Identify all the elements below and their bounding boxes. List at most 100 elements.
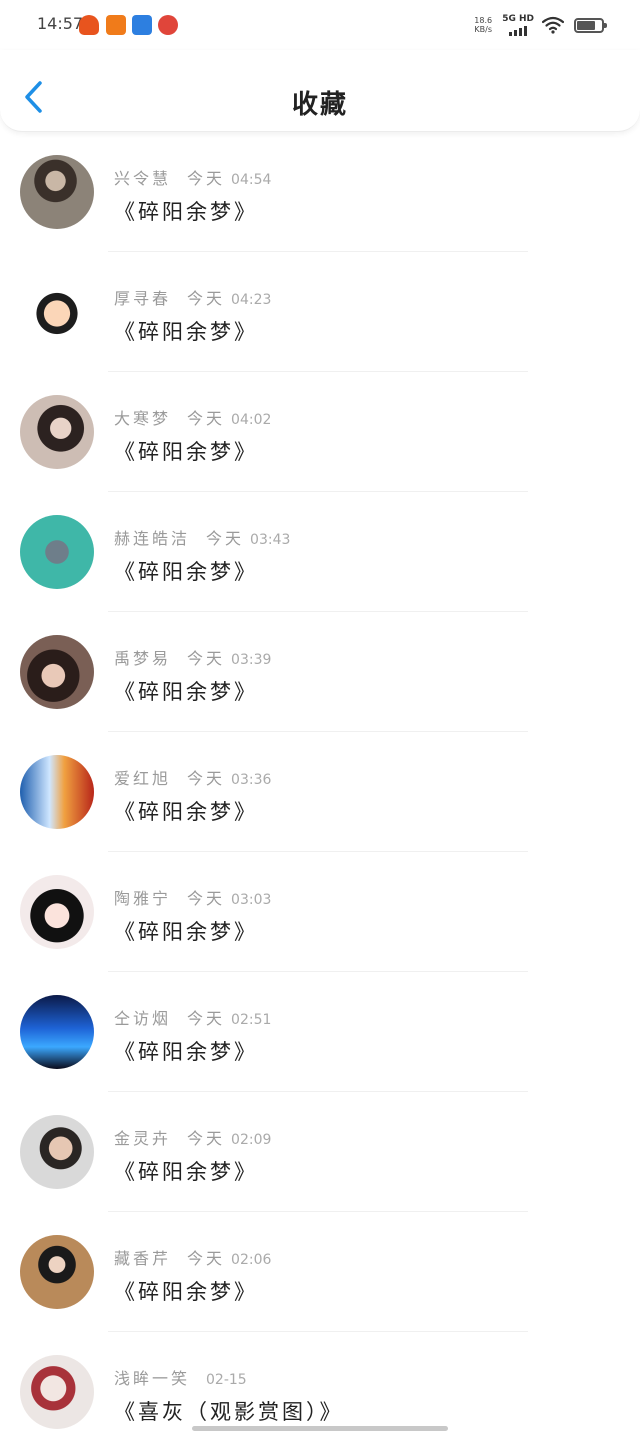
avatar	[20, 275, 94, 349]
list-item[interactable]: 兴令慧 今天 04:54 《碎阳余梦》	[0, 133, 640, 253]
item-meta: 仝访烟 今天 02:51	[114, 1005, 271, 1029]
list-item[interactable]: 厚寻春 今天 04:23 《碎阳余梦》	[0, 253, 640, 373]
avatar	[20, 1115, 94, 1189]
item-title: 《碎阳余梦》	[114, 680, 258, 704]
user-name: 厚寻春	[114, 289, 172, 308]
item-title: 《碎阳余梦》	[114, 920, 258, 944]
divider	[108, 731, 528, 732]
avatar	[20, 995, 94, 1069]
status-indicators: 18.6 KB/s 5G HD	[472, 12, 607, 38]
avatar	[20, 395, 94, 469]
status-time: 14:57	[37, 14, 84, 33]
wifi-icon	[542, 16, 564, 34]
item-day: 今天	[187, 1249, 226, 1268]
taobao-app-icon	[79, 15, 99, 35]
list-item[interactable]: 金灵卉 今天 02:09 《碎阳余梦》	[0, 1093, 640, 1213]
divider	[108, 851, 528, 852]
item-day: 今天	[187, 1009, 226, 1028]
avatar	[20, 1235, 94, 1309]
item-time: 03:39	[231, 652, 272, 668]
item-title: 《碎阳余梦》	[114, 440, 258, 464]
item-meta: 兴令慧 今天 04:54	[114, 165, 271, 189]
item-day: 今天	[187, 169, 226, 188]
item-time: 04:54	[231, 172, 272, 188]
list-item[interactable]: 禹梦易 今天 03:39 《碎阳余梦》	[0, 613, 640, 733]
item-meta: 浅眸一笑 02-15	[114, 1365, 247, 1389]
header: 收藏	[0, 50, 640, 132]
item-time: 02:09	[231, 1132, 272, 1148]
item-time: 03:36	[231, 772, 272, 788]
user-name: 禹梦易	[114, 649, 172, 668]
list-item[interactable]: 浅眸一笑 02-15 《喜灰（观影赏图）》	[0, 1333, 640, 1433]
divider	[108, 251, 528, 252]
item-title: 《喜灰（观影赏图）》	[114, 1400, 344, 1424]
user-name: 陶雅宁	[114, 889, 172, 908]
item-meta: 赫连皓洁 今天 03:43	[114, 525, 290, 549]
page-title: 收藏	[291, 90, 348, 120]
cellular-signal: 5G HD	[502, 14, 534, 36]
item-title: 《碎阳余梦》	[114, 1280, 258, 1304]
item-meta: 大寒梦 今天 04:02	[114, 405, 271, 429]
pdd-app-icon	[132, 15, 152, 35]
divider	[108, 971, 528, 972]
battery-icon	[574, 17, 607, 33]
user-name: 金灵卉	[114, 1129, 172, 1148]
item-day: 今天	[187, 289, 226, 308]
divider	[108, 371, 528, 372]
list-item[interactable]: 藏香芹 今天 02:06 《碎阳余梦》	[0, 1213, 640, 1333]
user-name: 爱红旭	[114, 769, 172, 788]
network-speed: 18.6 KB/s	[472, 16, 494, 34]
avatar	[20, 755, 94, 829]
item-meta: 厚寻春 今天 04:23	[114, 285, 271, 309]
avatar	[20, 1355, 94, 1429]
item-title: 《碎阳余梦》	[114, 1040, 258, 1064]
item-time: 04:02	[231, 412, 272, 428]
divider	[108, 1211, 528, 1212]
item-meta: 金灵卉 今天 02:09	[114, 1125, 271, 1149]
divider	[108, 1091, 528, 1092]
list-item[interactable]: 仝访烟 今天 02:51 《碎阳余梦》	[0, 973, 640, 1093]
item-time: 04:23	[231, 292, 272, 308]
list-item[interactable]: 大寒梦 今天 04:02 《碎阳余梦》	[0, 373, 640, 493]
list-item[interactable]: 赫连皓洁 今天 03:43 《碎阳余梦》	[0, 493, 640, 613]
user-name: 兴令慧	[114, 169, 172, 188]
divider	[108, 491, 528, 492]
item-time: 02-15	[206, 1372, 247, 1388]
user-name: 赫连皓洁	[114, 529, 191, 548]
user-name: 大寒梦	[114, 409, 172, 428]
avatar	[20, 155, 94, 229]
item-day: 今天	[187, 769, 226, 788]
user-name: 藏香芹	[114, 1249, 172, 1268]
avatar	[20, 875, 94, 949]
list-item[interactable]: 爱红旭 今天 03:36 《碎阳余梦》	[0, 733, 640, 853]
network-speed-value: 18.6	[474, 16, 493, 25]
item-title: 《碎阳余梦》	[114, 320, 258, 344]
avatar	[20, 515, 94, 589]
item-day: 今天	[187, 409, 226, 428]
item-meta: 陶雅宁 今天 03:03	[114, 885, 271, 909]
divider	[108, 1331, 528, 1332]
list-item[interactable]: 陶雅宁 今天 03:03 《碎阳余梦》	[0, 853, 640, 973]
item-title: 《碎阳余梦》	[114, 560, 258, 584]
item-time: 03:43	[250, 532, 291, 548]
user-name: 仝访烟	[114, 1009, 172, 1028]
favorites-list: 兴令慧 今天 04:54 《碎阳余梦》 厚寻春 今天 04:23 《碎阳余梦》 大寒梦今…	[0, 133, 640, 1433]
item-meta: 禹梦易 今天 03:39	[114, 645, 271, 669]
item-time: 03:03	[231, 892, 272, 908]
signal-bars-icon	[509, 26, 528, 36]
divider	[108, 611, 528, 612]
item-time: 02:51	[231, 1012, 272, 1028]
avatar	[20, 635, 94, 709]
item-meta: 爱红旭 今天 03:36	[114, 765, 271, 789]
item-day: 今天	[187, 889, 226, 908]
network-type-label: 5G HD	[502, 14, 534, 24]
item-title: 《碎阳余梦》	[114, 200, 258, 224]
item-title: 《碎阳余梦》	[114, 1160, 258, 1184]
home-indicator[interactable]	[192, 1426, 448, 1431]
item-time: 02:06	[231, 1252, 272, 1268]
meituan-app-icon	[106, 15, 126, 35]
item-day: 今天	[187, 1129, 226, 1148]
item-day: 今天	[187, 649, 226, 668]
user-name: 浅眸一笑	[114, 1369, 191, 1388]
status-bar: 14:57 18.6 KB/s 5G HD	[0, 0, 640, 50]
